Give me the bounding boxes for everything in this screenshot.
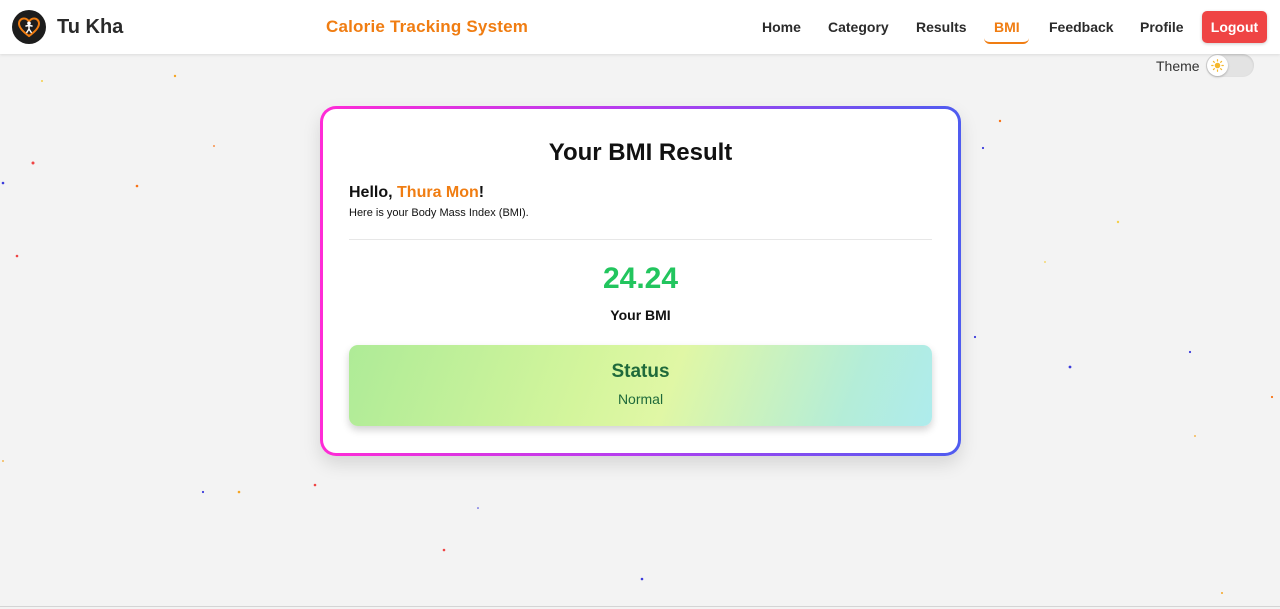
- nav-item-results[interactable]: Results: [916, 19, 967, 35]
- status-value: Normal: [617, 391, 664, 407]
- toggle-knob[interactable]: [1207, 55, 1228, 76]
- theme-label: Theme: [1156, 58, 1200, 74]
- user-name: Thura Mon: [397, 184, 479, 201]
- bmi-value: 24.24: [602, 262, 679, 295]
- nav-item-feedback[interactable]: Feedback: [1049, 19, 1114, 35]
- nav-item-home[interactable]: Home: [762, 19, 801, 35]
- nav-item-category[interactable]: Category: [828, 19, 889, 35]
- nav-active-indicator: [984, 38, 1029, 44]
- bmi-result-card: Your BMI Result Hello, Thura Mon! Here i…: [320, 106, 961, 456]
- status-title: Status: [611, 361, 670, 382]
- theme-toggle[interactable]: [1206, 54, 1254, 77]
- page-bottom-border: [0, 606, 1280, 607]
- greeting-suffix: !: [478, 184, 485, 201]
- greeting-prefix: Hello,: [349, 184, 398, 201]
- status-box: Status Normal: [349, 345, 932, 426]
- nav-item-profile[interactable]: Profile: [1140, 19, 1184, 35]
- divider: [349, 239, 932, 240]
- nav-item-bmi[interactable]: BMI: [994, 19, 1020, 35]
- logout-button[interactable]: Logout: [1202, 11, 1267, 43]
- heart-person-logo-icon: [12, 10, 46, 44]
- bmi-label: Your BMI: [610, 307, 671, 323]
- sun-icon: [1211, 59, 1224, 72]
- brand-name: Tu Kha: [57, 15, 124, 38]
- bmi-card-body: Your BMI Result Hello, Thura Mon! Here i…: [323, 109, 958, 453]
- bmi-subtext: Here is your Body Mass Index (BMI).: [349, 207, 529, 219]
- greeting: Hello, Thura Mon!: [349, 184, 484, 202]
- site-title: Calorie Tracking System: [326, 17, 529, 36]
- navbar: Tu Kha Calorie Tracking System Home Cate…: [0, 0, 1280, 54]
- card-title: Your BMI Result: [548, 139, 733, 166]
- brand[interactable]: Tu Kha: [12, 10, 123, 44]
